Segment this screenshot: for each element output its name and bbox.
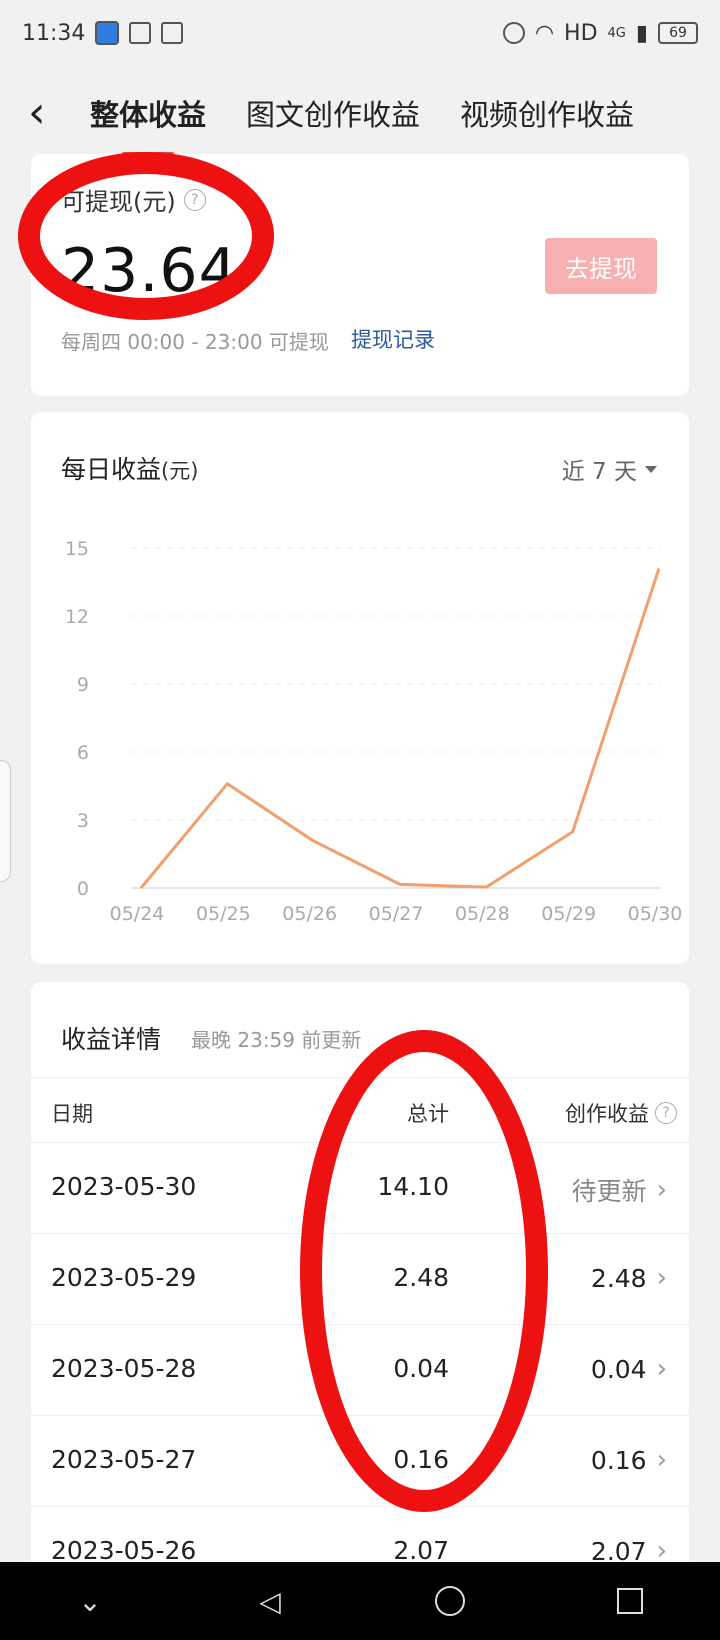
table-row[interactable]: 2023-05-27 0.16 0.16 › bbox=[31, 1415, 689, 1507]
row-creation: 待更新 › bbox=[572, 1172, 667, 1208]
table-row[interactable]: 2023-05-28 0.04 0.04 › bbox=[31, 1324, 689, 1416]
balance-card: 可提现(元) ? 23.64 去提现 每周四 00:00 - 23:00 可提现… bbox=[31, 154, 689, 396]
row-total: 2.48 bbox=[393, 1263, 449, 1292]
signal-icon: ▮ bbox=[635, 20, 648, 46]
x-tick-label: 05/30 bbox=[628, 903, 683, 925]
side-drawer-handle[interactable] bbox=[0, 760, 11, 882]
top-nav: ‹ 整体收益 图文创作收益 视频创作收益 bbox=[0, 66, 720, 160]
table-row[interactable]: 2023-05-30 14.10 待更新 › bbox=[31, 1142, 689, 1234]
row-total: 0.16 bbox=[393, 1445, 449, 1474]
row-date: 2023-05-29 bbox=[51, 1263, 197, 1292]
y-tick-label: 0 bbox=[77, 878, 89, 900]
withdraw-schedule-note: 每周四 00:00 - 23:00 可提现 bbox=[61, 330, 329, 354]
row-creation: 2.48 › bbox=[591, 1263, 667, 1293]
income-detail-card: 收益详情 最晚 23:59 前更新 日期 总计 创作收益 ? 2023-05-3… bbox=[31, 982, 689, 1598]
row-date: 2023-05-28 bbox=[51, 1354, 197, 1383]
row-total: 2.07 bbox=[393, 1536, 449, 1565]
app-notification-icon bbox=[95, 21, 120, 45]
row-creation: 0.16 › bbox=[591, 1445, 667, 1475]
status-time: 11:34 bbox=[22, 20, 86, 46]
withdraw-button[interactable]: 去提现 bbox=[545, 238, 657, 294]
y-tick-label: 9 bbox=[77, 674, 89, 696]
nav-recent-icon[interactable] bbox=[600, 1588, 660, 1614]
detail-subtitle: 最晚 23:59 前更新 bbox=[191, 1028, 362, 1052]
network-label: HD bbox=[564, 20, 598, 46]
tab-bar: 整体收益 图文创作收益 视频创作收益 bbox=[90, 66, 674, 160]
system-nav-bar: ⌄ ◁ bbox=[0, 1562, 720, 1640]
nav-collapse-icon[interactable]: ⌄ bbox=[60, 1585, 120, 1618]
recent-square bbox=[617, 1588, 643, 1614]
table-row[interactable]: 2023-05-29 2.48 2.48 › bbox=[31, 1233, 689, 1325]
daily-income-chart: 0 3 6 9 12 15 05/24 05/25 05/26 05/27 05/28 05/29 05… bbox=[65, 538, 683, 925]
row-total: 0.04 bbox=[393, 1354, 449, 1383]
x-tick-label: 05/27 bbox=[369, 903, 424, 925]
nav-back-icon[interactable]: ◁ bbox=[240, 1585, 300, 1618]
alarm-icon bbox=[502, 22, 525, 44]
download-icon bbox=[129, 22, 152, 44]
row-creation-value: 0.04 bbox=[590, 1354, 647, 1384]
home-circle bbox=[435, 1586, 465, 1616]
y-tick-label: 3 bbox=[77, 810, 89, 832]
nav-home-icon[interactable] bbox=[420, 1586, 480, 1616]
back-arrow-icon[interactable]: ‹ bbox=[28, 88, 68, 138]
row-date: 2023-05-27 bbox=[51, 1445, 197, 1474]
header-creation: 创作收益 ? bbox=[565, 1098, 677, 1128]
wifi-icon: ◠ bbox=[534, 20, 555, 46]
tab-video-income[interactable]: 视频创作收益 bbox=[460, 92, 634, 134]
x-tick-label: 05/28 bbox=[455, 903, 510, 925]
header-creation-label: 创作收益 bbox=[565, 1102, 649, 1126]
help-icon[interactable]: ? bbox=[183, 188, 206, 211]
y-tick-label: 15 bbox=[65, 538, 89, 560]
status-left: 11:34 bbox=[22, 20, 184, 46]
detail-title: 收益详情 bbox=[61, 1025, 162, 1054]
row-date: 2023-05-26 bbox=[51, 1536, 197, 1565]
chevron-right-icon: › bbox=[656, 1263, 667, 1293]
battery-icon: 69 bbox=[658, 22, 698, 44]
row-creation: 0.04 › bbox=[591, 1354, 667, 1384]
help-icon[interactable]: ? bbox=[655, 1102, 677, 1124]
chevron-right-icon: › bbox=[656, 1354, 667, 1384]
daily-income-card: 每日收益(元) 近 7 天 0 3 6 9 12 15 05/24 05/25 05/26 05/… bbox=[31, 412, 689, 964]
row-creation-value: 2.48 bbox=[590, 1263, 647, 1293]
status-right: ◠ HD 4G ▮ 69 bbox=[502, 20, 698, 46]
x-tick-label: 05/24 bbox=[110, 903, 165, 925]
row-total: 14.10 bbox=[377, 1172, 449, 1201]
image-icon bbox=[161, 22, 184, 44]
balance-label-wrap: 可提现(元) ? bbox=[61, 182, 206, 217]
y-tick-label: 12 bbox=[65, 606, 89, 628]
signal-label: 4G bbox=[607, 25, 626, 41]
withdraw-record-link[interactable]: 提现记录 bbox=[351, 324, 435, 354]
status-bar: 11:34 ◠ HD 4G ▮ 69 bbox=[0, 0, 720, 66]
balance-label: 可提现(元) bbox=[61, 188, 176, 216]
tab-overall-income[interactable]: 整体收益 bbox=[90, 92, 206, 134]
x-tick-label: 05/29 bbox=[541, 903, 596, 925]
balance-amount: 23.64 bbox=[61, 236, 238, 306]
tab-article-income[interactable]: 图文创作收益 bbox=[246, 92, 420, 134]
chevron-right-icon: › bbox=[656, 1445, 667, 1475]
x-tick-label: 05/26 bbox=[282, 903, 337, 925]
x-tick-label: 05/25 bbox=[196, 903, 251, 925]
table-header: 日期 总计 创作收益 ? bbox=[31, 1077, 689, 1143]
row-creation-value: 待更新 bbox=[571, 1177, 647, 1206]
header-date: 日期 bbox=[51, 1102, 93, 1126]
row-date: 2023-05-30 bbox=[51, 1172, 197, 1201]
y-tick-label: 6 bbox=[77, 742, 89, 764]
row-creation-value: 0.16 bbox=[590, 1445, 647, 1475]
header-total: 总计 bbox=[407, 1102, 449, 1126]
chevron-right-icon: › bbox=[656, 1175, 667, 1205]
